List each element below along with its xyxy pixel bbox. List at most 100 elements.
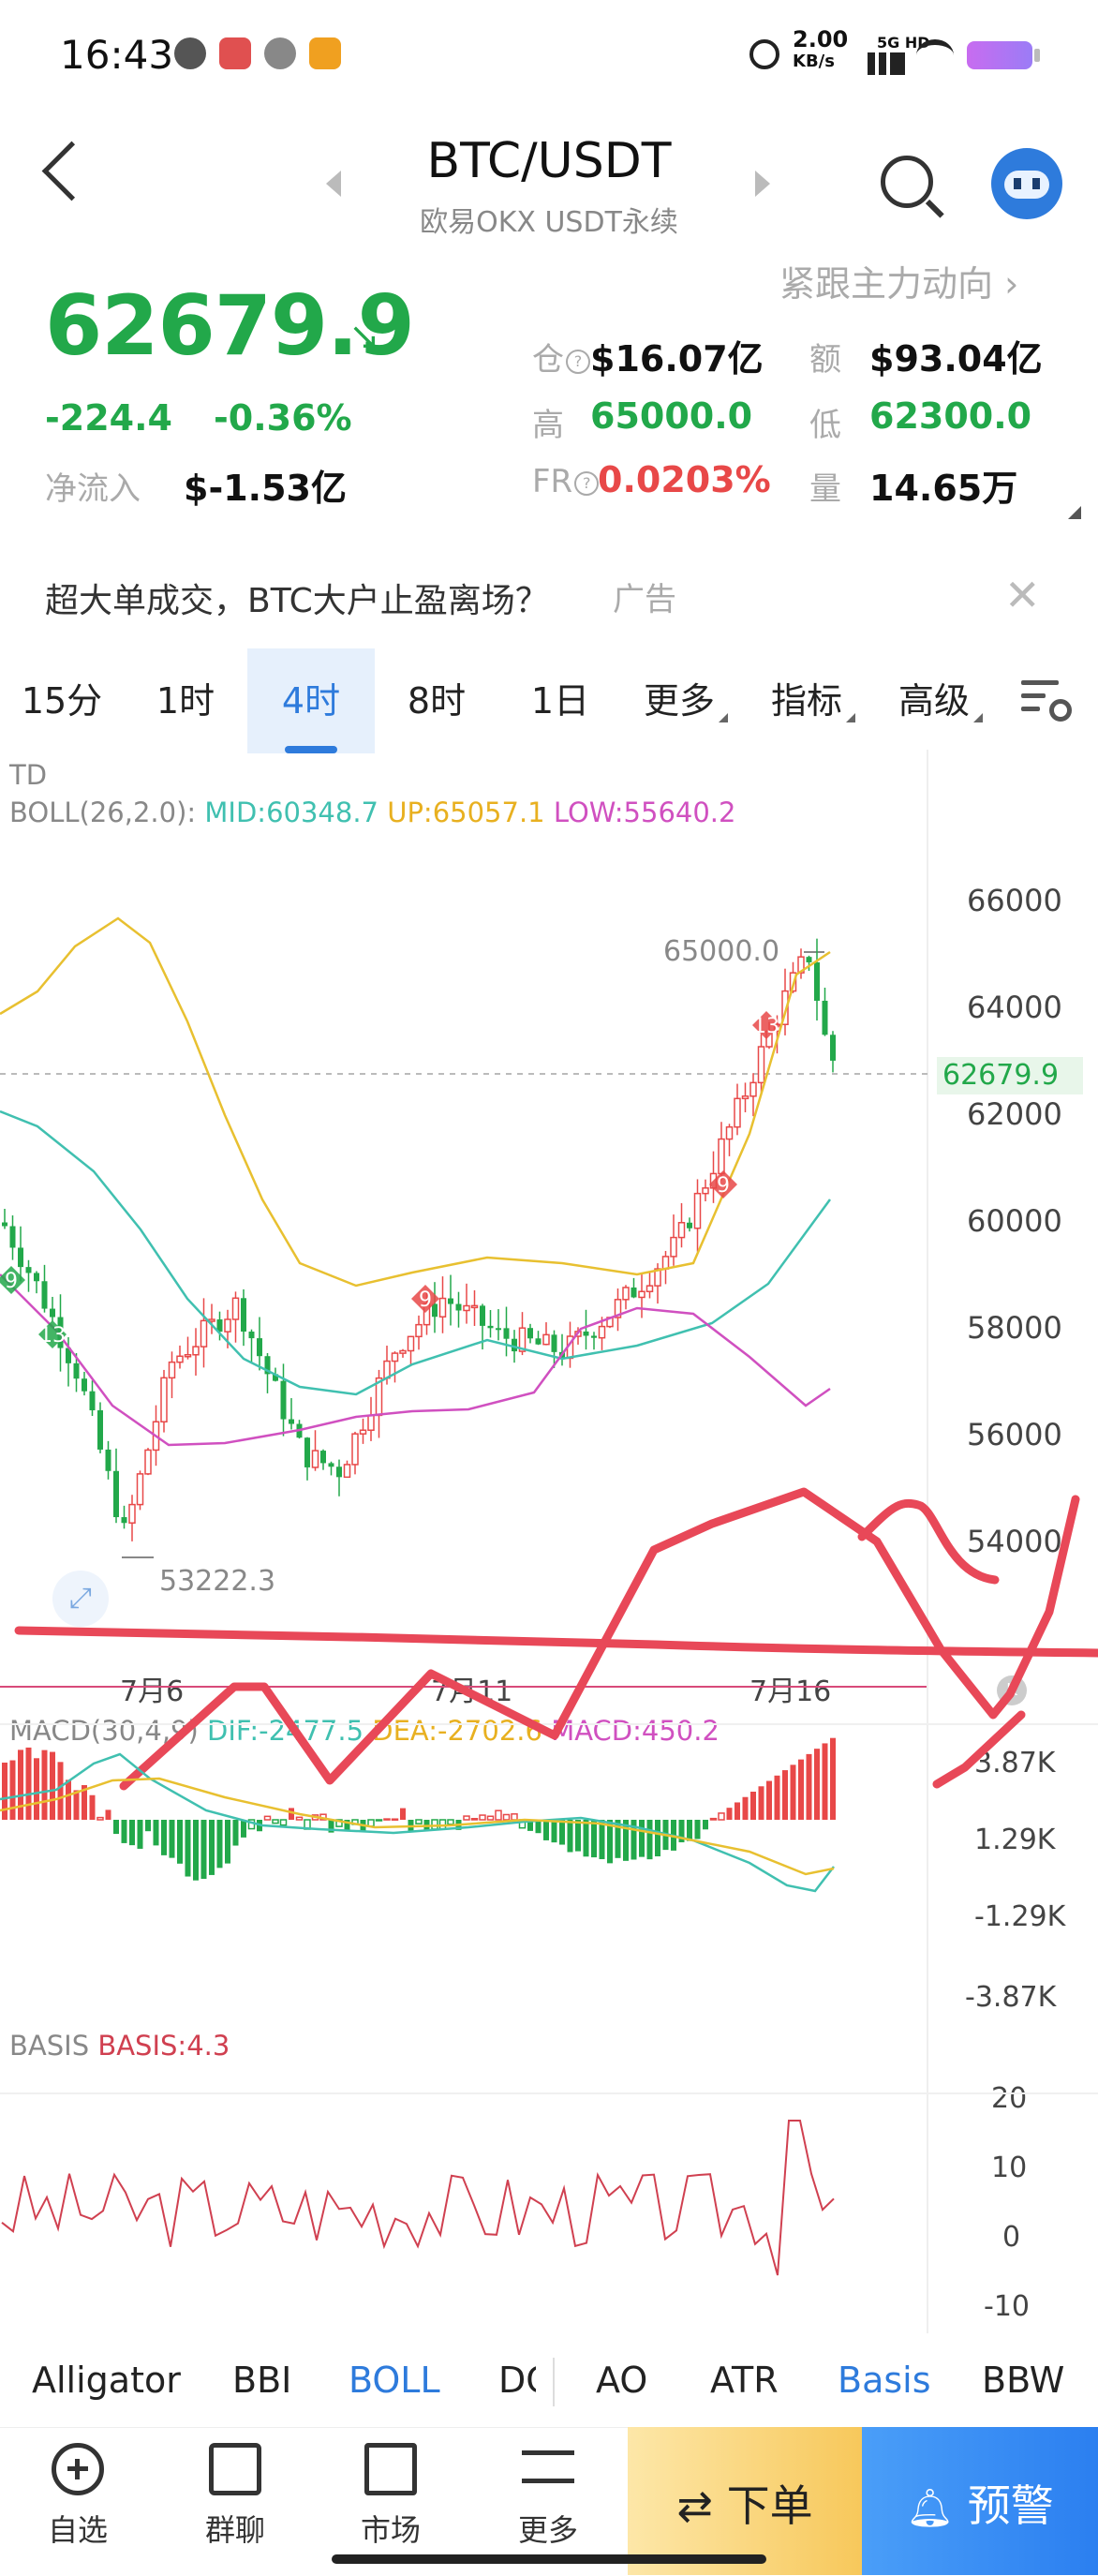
- net-inflow-value: $-1.53亿: [184, 468, 347, 509]
- candle: [448, 1274, 453, 1326]
- macd-bar: [129, 1820, 135, 1846]
- macd-bar: [551, 1820, 557, 1843]
- macd-bar: [415, 1819, 423, 1824]
- candle: [231, 1291, 240, 1343]
- candle: [311, 1430, 319, 1471]
- search-icon[interactable]: [881, 156, 933, 208]
- tab-1h[interactable]: 1时: [124, 648, 247, 753]
- chart-settings-icon[interactable]: [1021, 680, 1072, 722]
- candle: [257, 1317, 262, 1371]
- high-value: 65000.0: [590, 395, 753, 437]
- candle: [725, 1124, 734, 1156]
- tab-8h[interactable]: 8时: [375, 648, 498, 753]
- tab-4h[interactable]: 4时: [247, 648, 375, 753]
- tab-15m[interactable]: 15分: [0, 648, 124, 753]
- macd-bar: [391, 1818, 399, 1821]
- macd-bar: [177, 1820, 183, 1864]
- oi-help-icon[interactable]: ?: [566, 349, 590, 374]
- candle: [734, 1083, 741, 1136]
- ad-text[interactable]: 超大单成交，BTC大户止盈离场？: [45, 573, 549, 622]
- bell-icon: 🔔︎: [906, 2487, 955, 2530]
- place-order-button[interactable]: ⇄ 下单: [628, 2427, 862, 2575]
- candle: [82, 1371, 87, 1396]
- macd-bar: [766, 1780, 772, 1820]
- candle: [631, 1277, 637, 1299]
- indicator-tab-bbw[interactable]: BBW: [982, 2360, 1064, 2401]
- indicator-tab-boll[interactable]: BOLL: [349, 2360, 440, 2401]
- macd-bar: [25, 1747, 32, 1820]
- nav-more[interactable]: 更多: [487, 2443, 609, 2550]
- candle: [343, 1460, 351, 1479]
- macd-bar: [567, 1820, 573, 1853]
- svg-text:9: 9: [5, 1270, 18, 1293]
- candle: [470, 1289, 479, 1326]
- indicator-tab-dc[interactable]: DC: [498, 2360, 536, 2401]
- tab-advanced[interactable]: 高级: [877, 648, 1004, 753]
- nav-market[interactable]: 市场: [330, 2443, 452, 2550]
- td-mark: 13: [752, 1011, 780, 1039]
- indicator-tab-atr[interactable]: ATR: [710, 2360, 779, 2401]
- indicator-tab-alligator[interactable]: Alligator: [32, 2360, 181, 2401]
- tab-more[interactable]: 更多: [622, 648, 749, 753]
- price-alert-button[interactable]: 🔔︎ 预警: [862, 2427, 1098, 2575]
- ad-close-icon[interactable]: ✕: [1004, 570, 1041, 620]
- low-value: 62300.0: [869, 395, 1032, 437]
- signal-bars-icon: [868, 52, 905, 75]
- macd-bar: [709, 1817, 718, 1821]
- macd-bar: [790, 1764, 796, 1820]
- nav-watchlist-label: 自选: [47, 2512, 108, 2548]
- tab-divider: [553, 2358, 555, 2406]
- macd-bar: [232, 1820, 239, 1846]
- robot-avatar-icon[interactable]: [991, 148, 1062, 219]
- macd-bar: [798, 1759, 804, 1820]
- nav-chat-label: 群聊: [204, 2512, 265, 2548]
- candle: [248, 1329, 255, 1362]
- fr-help-icon[interactable]: ?: [574, 470, 600, 496]
- nav-watchlist[interactable]: 自选: [17, 2443, 139, 2550]
- macd-bar: [263, 1815, 272, 1821]
- candle: [280, 1363, 287, 1437]
- indicator-tab-ao[interactable]: AO: [596, 2360, 647, 2401]
- macd-bar: [734, 1802, 740, 1820]
- macd-bar: [9, 1760, 16, 1820]
- tab-1d[interactable]: 1日: [498, 648, 622, 753]
- macd-bar: [137, 1820, 143, 1849]
- macd-bar: [209, 1820, 215, 1875]
- candle: [391, 1351, 399, 1383]
- macd-bar: [241, 1820, 246, 1838]
- candle: [176, 1345, 184, 1369]
- candle: [614, 1288, 622, 1332]
- macd-bar: [169, 1820, 175, 1858]
- macd-bar: [383, 1818, 391, 1821]
- tab-indicators[interactable]: 指标: [749, 648, 877, 753]
- ad-tag: 广告: [613, 581, 676, 618]
- macd-bar: [718, 1812, 725, 1821]
- candle: [591, 1332, 597, 1350]
- macd-bar: [295, 1816, 304, 1821]
- next-pair-icon[interactable]: [755, 171, 770, 197]
- price-change-pct: -0.36%: [214, 397, 352, 439]
- timeframe-tabs: 15分 1时 4时 8时 1日 更多 指标 高级: [0, 648, 1098, 753]
- indicator-tab-bbi[interactable]: BBI: [232, 2360, 291, 2401]
- macd-bar: [121, 1820, 127, 1843]
- svg-text:13: 13: [753, 1015, 779, 1038]
- candle: [583, 1309, 589, 1350]
- candle: [438, 1276, 447, 1333]
- macd-bar: [511, 1813, 518, 1821]
- wifi-icon: [916, 39, 954, 71]
- candle: [415, 1315, 423, 1350]
- expand-corner-icon[interactable]: [1068, 506, 1081, 519]
- chart-canvas[interactable]: 9 13 9 13 9: [0, 750, 1098, 2333]
- candle: [136, 1470, 144, 1511]
- macd-bar: [750, 1792, 756, 1820]
- macd-bar: [2, 1762, 7, 1820]
- candle: [2, 1208, 7, 1229]
- macd-bar: [73, 1790, 80, 1820]
- nav-chat[interactable]: 群聊: [174, 2443, 296, 2550]
- indicator-tab-basis[interactable]: Basis: [838, 2360, 931, 2401]
- candle: [144, 1448, 152, 1476]
- candle: [702, 1179, 709, 1201]
- macd-bar: [105, 1809, 111, 1820]
- follow-main-force-link[interactable]: 紧跟主力动向 ›: [779, 255, 1018, 306]
- candle: [289, 1398, 294, 1430]
